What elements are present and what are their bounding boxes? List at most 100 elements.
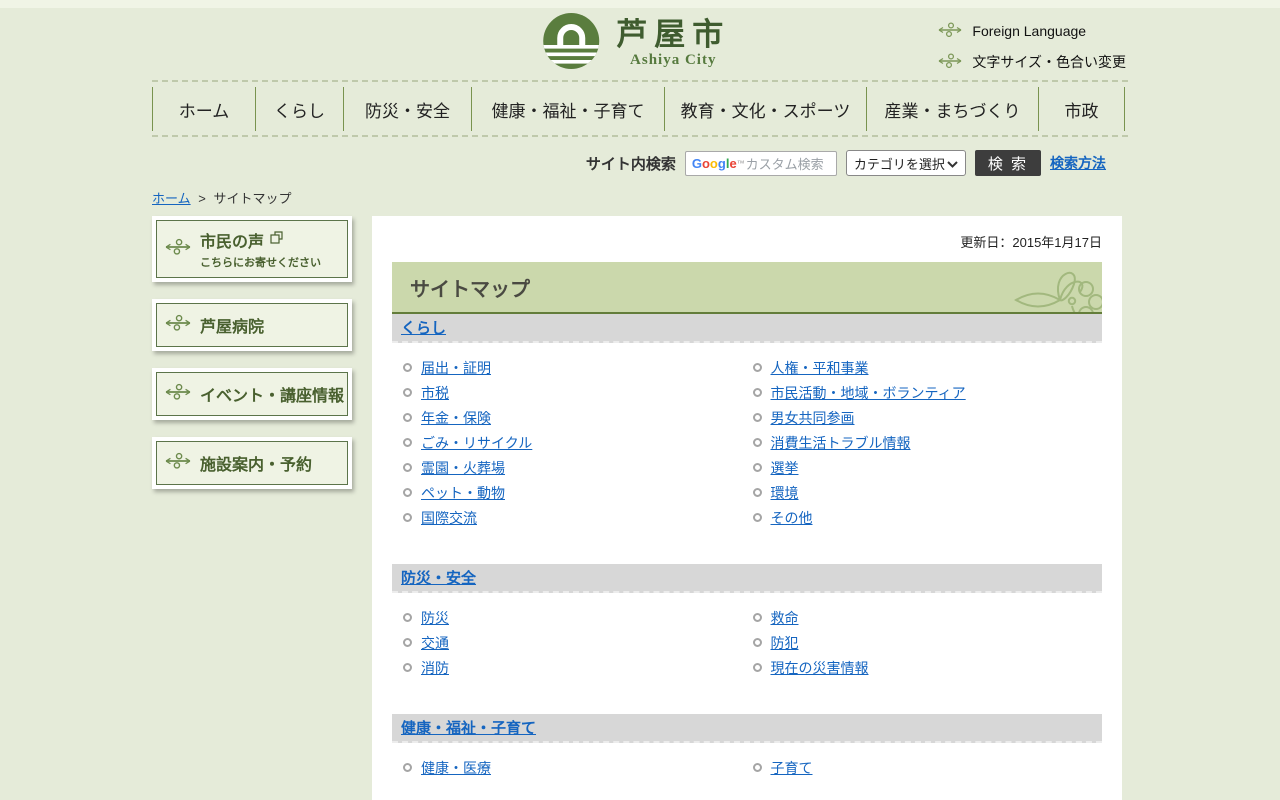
header-utility-links: Foreign Language 文字サイズ・色合い変更 bbox=[938, 22, 1126, 72]
sitemap-link[interactable]: 現在の災害情報 bbox=[771, 658, 869, 678]
bullet-icon bbox=[403, 513, 412, 522]
sitemap-section-kenkou: 健康・福祉・子育て 健康・医療 子育て bbox=[392, 714, 1102, 785]
sitemap-link[interactable]: 国際交流 bbox=[421, 508, 477, 528]
breadcrumb-separator: > bbox=[198, 191, 206, 206]
section-title-link[interactable]: くらし bbox=[401, 317, 446, 338]
section-columns: 健康・医療 子育て bbox=[392, 743, 1102, 785]
sidebar-button-label: 市民の声 bbox=[200, 234, 265, 251]
sidebar-button-text: 市民の声 こちらにお寄せください bbox=[200, 228, 321, 270]
breadcrumb-home-link[interactable]: ホーム bbox=[152, 191, 191, 206]
ornament-arrow-icon bbox=[165, 314, 191, 336]
sitemap-link[interactable]: 健康・医療 bbox=[421, 758, 491, 778]
nav-item-home[interactable]: ホーム bbox=[152, 87, 255, 131]
search-button[interactable]: 検 索 bbox=[974, 150, 1041, 176]
site-logo-link[interactable]: 芦屋市 Ashiya City bbox=[542, 12, 730, 75]
sitemap-link[interactable]: 防犯 bbox=[771, 633, 799, 653]
section-header-band: 健康・福祉・子育て bbox=[392, 714, 1102, 743]
top-strip bbox=[0, 0, 1280, 8]
main-content-panel: 更新日：2015年1月17日 サイトマップ くらし 届出・証明 市税 年金・保険… bbox=[372, 216, 1122, 800]
category-select-value: カテゴリを選択 bbox=[853, 156, 945, 172]
sidebar-button-title-row: 市民の声 bbox=[200, 228, 321, 252]
list-item: その他 bbox=[752, 508, 1103, 528]
section-title-link[interactable]: 健康・福祉・子育て bbox=[401, 717, 536, 738]
sitemap-link[interactable]: ごみ・リサイクル bbox=[421, 433, 532, 453]
bullet-icon bbox=[752, 438, 762, 447]
sidebar-button-ashiya-hospital[interactable]: 芦屋病院 bbox=[152, 299, 352, 351]
list-item: 市民活動・地域・ボランティア bbox=[752, 383, 1103, 403]
sidebar-button-inner: 施設案内・予約 bbox=[156, 441, 348, 485]
list-item: 市税 bbox=[403, 383, 753, 403]
site-header: 芦屋市 Ashiya City Foreign Language 文字サイズ・色… bbox=[152, 8, 1128, 80]
ornament-arrow-icon bbox=[165, 452, 191, 474]
nav-item-kyouiku[interactable]: 教育・文化・スポーツ bbox=[664, 87, 866, 131]
bullet-icon bbox=[403, 413, 412, 422]
sitemap-link[interactable]: 救命 bbox=[771, 608, 799, 628]
sidebar: 市民の声 こちらにお寄せください 芦屋病院 イベント・講座情報 施設案内・予約 bbox=[152, 216, 352, 506]
list-item: 国際交流 bbox=[403, 508, 753, 528]
text-size-color-link[interactable]: 文字サイズ・色合い変更 bbox=[938, 52, 1126, 72]
sitemap-link[interactable]: 環境 bbox=[771, 483, 799, 503]
sitemap-link[interactable]: 子育て bbox=[771, 758, 813, 778]
sitemap-link[interactable]: 霊園・火葬場 bbox=[421, 458, 505, 478]
list-item: 選挙 bbox=[752, 458, 1103, 478]
sitemap-link[interactable]: ペット・動物 bbox=[421, 483, 505, 503]
list-item: 男女共同参画 bbox=[752, 408, 1103, 428]
page-title-banner: サイトマップ bbox=[392, 262, 1102, 314]
nav-item-shisei[interactable]: 市政 bbox=[1038, 87, 1125, 131]
search-input[interactable]: Google ™ カスタム検索 bbox=[684, 150, 837, 176]
sitemap-link[interactable]: 消防 bbox=[421, 658, 449, 678]
site-search-bar: サイト内検索 Google ™ カスタム検索 カテゴリを選択 検 索 検索方法 bbox=[152, 150, 1106, 176]
sitemap-link[interactable]: 交通 bbox=[421, 633, 449, 653]
search-placeholder-text: カスタム検索 bbox=[745, 156, 824, 172]
list-item: 防犯 bbox=[752, 633, 1103, 653]
sitemap-link[interactable]: その他 bbox=[771, 508, 813, 528]
sidebar-button-label: 芦屋病院 bbox=[200, 319, 265, 336]
bullet-icon bbox=[752, 613, 762, 622]
sitemap-link[interactable]: 消費生活トラブル情報 bbox=[771, 433, 911, 453]
section-column-left: 防災 交通 消防 bbox=[403, 610, 753, 685]
bullet-icon bbox=[752, 413, 762, 422]
category-select[interactable]: カテゴリを選択 bbox=[845, 150, 966, 176]
list-item: 健康・医療 bbox=[403, 758, 753, 778]
sitemap-link[interactable]: 届出・証明 bbox=[421, 358, 491, 378]
list-item: 霊園・火葬場 bbox=[403, 458, 753, 478]
sitemap-link[interactable]: 選挙 bbox=[771, 458, 799, 478]
bullet-icon bbox=[403, 763, 412, 772]
section-title-link[interactable]: 防災・安全 bbox=[401, 567, 476, 588]
sitemap-link[interactable]: 男女共同参画 bbox=[771, 408, 855, 428]
breadcrumb-current: サイトマップ bbox=[213, 191, 292, 206]
bullet-icon bbox=[752, 488, 762, 497]
bullet-icon bbox=[403, 663, 412, 672]
list-item: 救命 bbox=[752, 608, 1103, 628]
nav-item-kenkou[interactable]: 健康・福祉・子育て bbox=[471, 87, 664, 131]
site-title: 芦屋市 bbox=[616, 16, 731, 52]
foreign-language-link[interactable]: Foreign Language bbox=[938, 22, 1126, 40]
list-item: ペット・動物 bbox=[403, 483, 753, 503]
list-item: 交通 bbox=[403, 633, 753, 653]
list-item: 消費生活トラブル情報 bbox=[752, 433, 1103, 453]
list-item: 年金・保険 bbox=[403, 408, 753, 428]
bullet-icon bbox=[403, 638, 412, 647]
nav-item-sangyou[interactable]: 産業・まちづくり bbox=[866, 87, 1038, 131]
global-nav: ホーム くらし 防災・安全 健康・福祉・子育て 教育・文化・スポーツ 産業・まち… bbox=[152, 87, 1128, 131]
bullet-icon bbox=[403, 463, 412, 472]
sitemap-link[interactable]: 年金・保険 bbox=[421, 408, 491, 428]
bullet-icon bbox=[752, 463, 762, 472]
section-header-band: くらし bbox=[392, 314, 1102, 343]
sitemap-link[interactable]: 防災 bbox=[421, 608, 449, 628]
bullet-icon bbox=[752, 638, 762, 647]
nav-item-kurashi[interactable]: くらし bbox=[255, 87, 343, 131]
search-label: サイト内検索 bbox=[585, 155, 676, 173]
sitemap-link[interactable]: 市民活動・地域・ボランティア bbox=[771, 383, 966, 403]
list-item: 現在の災害情報 bbox=[752, 658, 1103, 678]
sidebar-button-label: 施設案内・予約 bbox=[200, 457, 313, 474]
search-help-link[interactable]: 検索方法 bbox=[1050, 153, 1106, 173]
sidebar-button-event-info[interactable]: イベント・講座情報 bbox=[152, 368, 352, 420]
sitemap-link[interactable]: 市税 bbox=[421, 383, 449, 403]
nav-item-bousai[interactable]: 防災・安全 bbox=[343, 87, 471, 131]
sidebar-button-facility-reserve[interactable]: 施設案内・予約 bbox=[152, 437, 352, 489]
sidebar-button-shimin-no-koe[interactable]: 市民の声 こちらにお寄せください bbox=[152, 216, 352, 282]
foreign-language-label: Foreign Language bbox=[972, 23, 1087, 39]
sitemap-link[interactable]: 人権・平和事業 bbox=[771, 358, 869, 378]
